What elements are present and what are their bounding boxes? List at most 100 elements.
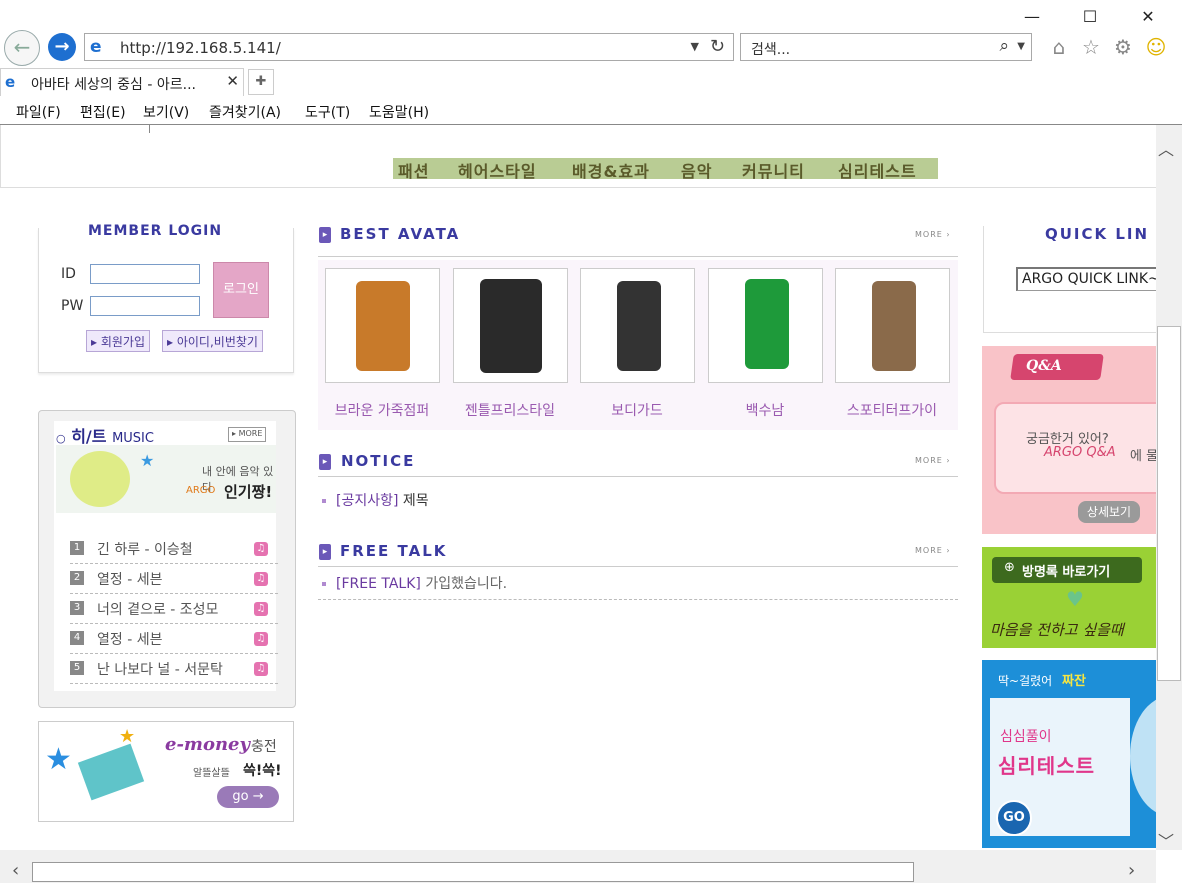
- headphone-icon[interactable]: ♫: [254, 662, 268, 676]
- free-talk-more-link[interactable]: MORE ›: [915, 546, 951, 555]
- new-tab-icon: ✚: [255, 74, 267, 89]
- nav-fashion[interactable]: 패션: [398, 158, 429, 182]
- emoney-go-button[interactable]: go →: [217, 786, 279, 808]
- minimize-button[interactable]: —: [1012, 4, 1052, 30]
- maximize-button[interactable]: ☐: [1070, 4, 1110, 30]
- avatar-name[interactable]: 백수남: [701, 400, 829, 420]
- free-talk-item[interactable]: [FREE TALK] 가입했습니다.: [322, 573, 507, 593]
- vertical-scroll-thumb[interactable]: [1157, 326, 1181, 681]
- song-row[interactable]: 5 난 나보다 널 - 서문탁 ♫: [70, 655, 278, 684]
- nav-community[interactable]: 커뮤니티: [742, 158, 805, 182]
- close-tab-icon[interactable]: ✕: [226, 72, 239, 90]
- music-banner[interactable]: ★ 내 안에 음악 있다 ARGO 인기짱!: [56, 445, 276, 513]
- best-avata-more-label: MORE: [915, 230, 943, 239]
- guestbook-banner[interactable]: ⊕ 방명록 바로가기 ♥ 마음을 전하고 싶을때: [982, 547, 1156, 648]
- back-button[interactable]: ←: [4, 30, 40, 66]
- menu-help[interactable]: 도움말(H): [369, 102, 429, 122]
- song-row[interactable]: 4 열정 - 세븐 ♫: [70, 625, 278, 654]
- new-tab-button[interactable]: ✚: [248, 69, 274, 95]
- song-row[interactable]: 3 너의 곁으로 - 조성모 ♫: [70, 595, 278, 624]
- home-icon[interactable]: ⌂: [1046, 34, 1072, 60]
- best-avata-more-link[interactable]: MORE ›: [915, 230, 951, 239]
- nav-hairstyle[interactable]: 헤어스타일: [458, 158, 537, 182]
- menu-favorites[interactable]: 즐겨찾기(A): [209, 102, 281, 122]
- nav-music[interactable]: 음악: [681, 158, 712, 182]
- menu-file[interactable]: 파일(F): [16, 102, 61, 122]
- notice-tag: [공지사항]: [336, 493, 399, 509]
- song-row[interactable]: 2 열정 - 세븐 ♫: [70, 565, 278, 594]
- refresh-icon[interactable]: ↻: [710, 36, 725, 57]
- avatar-name[interactable]: 스포티터프가이: [828, 400, 956, 420]
- headphone-icon[interactable]: ♫: [254, 542, 268, 556]
- settings-gear-icon[interactable]: ⚙: [1110, 34, 1136, 60]
- nav-psych-test[interactable]: 심리테스트: [838, 158, 917, 182]
- search-input[interactable]: 검색...: [751, 39, 790, 59]
- login-button[interactable]: 로그인: [213, 262, 269, 318]
- find-account-button[interactable]: ▸ 아이디,비번찾기: [162, 330, 263, 352]
- headphone-icon[interactable]: ♫: [254, 572, 268, 586]
- psy-line1: 심심풀이: [1000, 729, 1052, 745]
- psy-go-button[interactable]: GO: [996, 800, 1032, 836]
- song-title: 긴 하루 - 이승철: [97, 542, 193, 558]
- notice-more-link[interactable]: MORE ›: [915, 456, 951, 465]
- password-field[interactable]: [90, 296, 200, 316]
- nav-background-effects[interactable]: 배경&효과: [572, 158, 650, 182]
- quick-link-heading: QUICK LIN: [1045, 225, 1150, 243]
- song-row[interactable]: 1 긴 하루 - 이승철 ♫: [70, 535, 278, 564]
- headphone-icon[interactable]: ♫: [254, 602, 268, 616]
- qna-line2-rest: 에 물: [1130, 449, 1156, 464]
- favorites-star-icon[interactable]: ☆: [1078, 34, 1104, 60]
- address-url[interactable]: http://192.168.5.141/: [120, 39, 281, 57]
- avatar-thumbnail[interactable]: [453, 268, 568, 383]
- search-dropdown-icon[interactable]: ▼: [1017, 41, 1025, 52]
- music-banner-brand: ARGO: [186, 485, 216, 496]
- address-dropdown-icon[interactable]: ▼: [691, 40, 699, 53]
- song-number: 3: [70, 601, 84, 615]
- forward-button[interactable]: →: [48, 33, 76, 61]
- address-bar[interactable]: e http://192.168.5.141/ ▼ ↻: [84, 33, 734, 61]
- quick-link-select[interactable]: ARGO QUICK LINK~: [1016, 267, 1156, 291]
- bullet-icon: [322, 499, 326, 503]
- scroll-right-icon[interactable]: ›: [1128, 860, 1135, 881]
- gramophone-icon: [70, 451, 130, 507]
- psych-test-banner[interactable]: 딱~걸렸어 짜잔 심심풀이 심리테스트 GO: [982, 660, 1156, 848]
- psy-line2: 심리테스트: [998, 754, 1095, 778]
- header-divider: [149, 125, 150, 133]
- avatar-thumbnail[interactable]: [580, 268, 695, 383]
- hit-music-title: ○ 히/트 MUSIC: [56, 423, 154, 447]
- menu-tools[interactable]: 도구(T): [305, 102, 350, 122]
- avatar-name[interactable]: 브라운 가죽점퍼: [318, 400, 446, 420]
- id-label: ID: [61, 266, 76, 282]
- emoney-banner[interactable]: ★ ★ e-money 충전 알뜰살뜰 쓱!쓱! go →: [38, 721, 294, 822]
- avatar-name[interactable]: 젠틀프리스타일: [446, 400, 574, 420]
- avatar-thumbnail[interactable]: [708, 268, 823, 383]
- guestbook-button-label: 방명록 바로가기: [1022, 565, 1111, 580]
- menu-edit[interactable]: 편집(E): [80, 102, 126, 122]
- scroll-up-icon[interactable]: ︿: [1158, 136, 1174, 160]
- divider: [318, 566, 958, 567]
- notice-item[interactable]: [공지사항] 제목: [322, 490, 429, 510]
- scroll-left-icon[interactable]: ‹: [12, 860, 19, 881]
- avatar-thumbnail[interactable]: [325, 268, 440, 383]
- close-window-button[interactable]: ✕: [1128, 4, 1168, 30]
- search-box[interactable]: 검색... ⌕ ▼: [740, 33, 1032, 61]
- music-more-button[interactable]: ▸ MORE: [228, 427, 267, 442]
- id-field[interactable]: [90, 264, 200, 284]
- emoney-subtitle-bold: 쓱!쓱!: [243, 763, 282, 779]
- psy-top-bold: 짜잔: [1062, 674, 1086, 689]
- menu-view[interactable]: 보기(V): [143, 102, 189, 122]
- browser-tab[interactable]: e 아바타 세상의 중심 - 아르... ✕: [0, 68, 244, 96]
- smiley-feedback-icon[interactable]: ☺: [1143, 34, 1169, 60]
- qna-banner[interactable]: Q&A 궁금한거 있어? ARGO Q&A 에 물 상세보기: [982, 346, 1156, 534]
- avatar-thumbnail[interactable]: [835, 268, 950, 383]
- search-icon[interactable]: ⌕: [999, 36, 1009, 56]
- horizontal-scroll-thumb[interactable]: [32, 862, 914, 882]
- qna-detail-button[interactable]: 상세보기: [1078, 501, 1140, 523]
- avatar-name[interactable]: 보디가드: [573, 400, 701, 420]
- scroll-down-icon[interactable]: ﹀: [1158, 828, 1174, 852]
- emoney-subtitle: 알뜰살뜰: [193, 768, 230, 779]
- join-button[interactable]: ▸ 회원가입: [86, 330, 151, 352]
- title-bar: [0, 0, 1182, 34]
- free-talk-tag: [FREE TALK]: [336, 576, 421, 592]
- headphone-icon[interactable]: ♫: [254, 632, 268, 646]
